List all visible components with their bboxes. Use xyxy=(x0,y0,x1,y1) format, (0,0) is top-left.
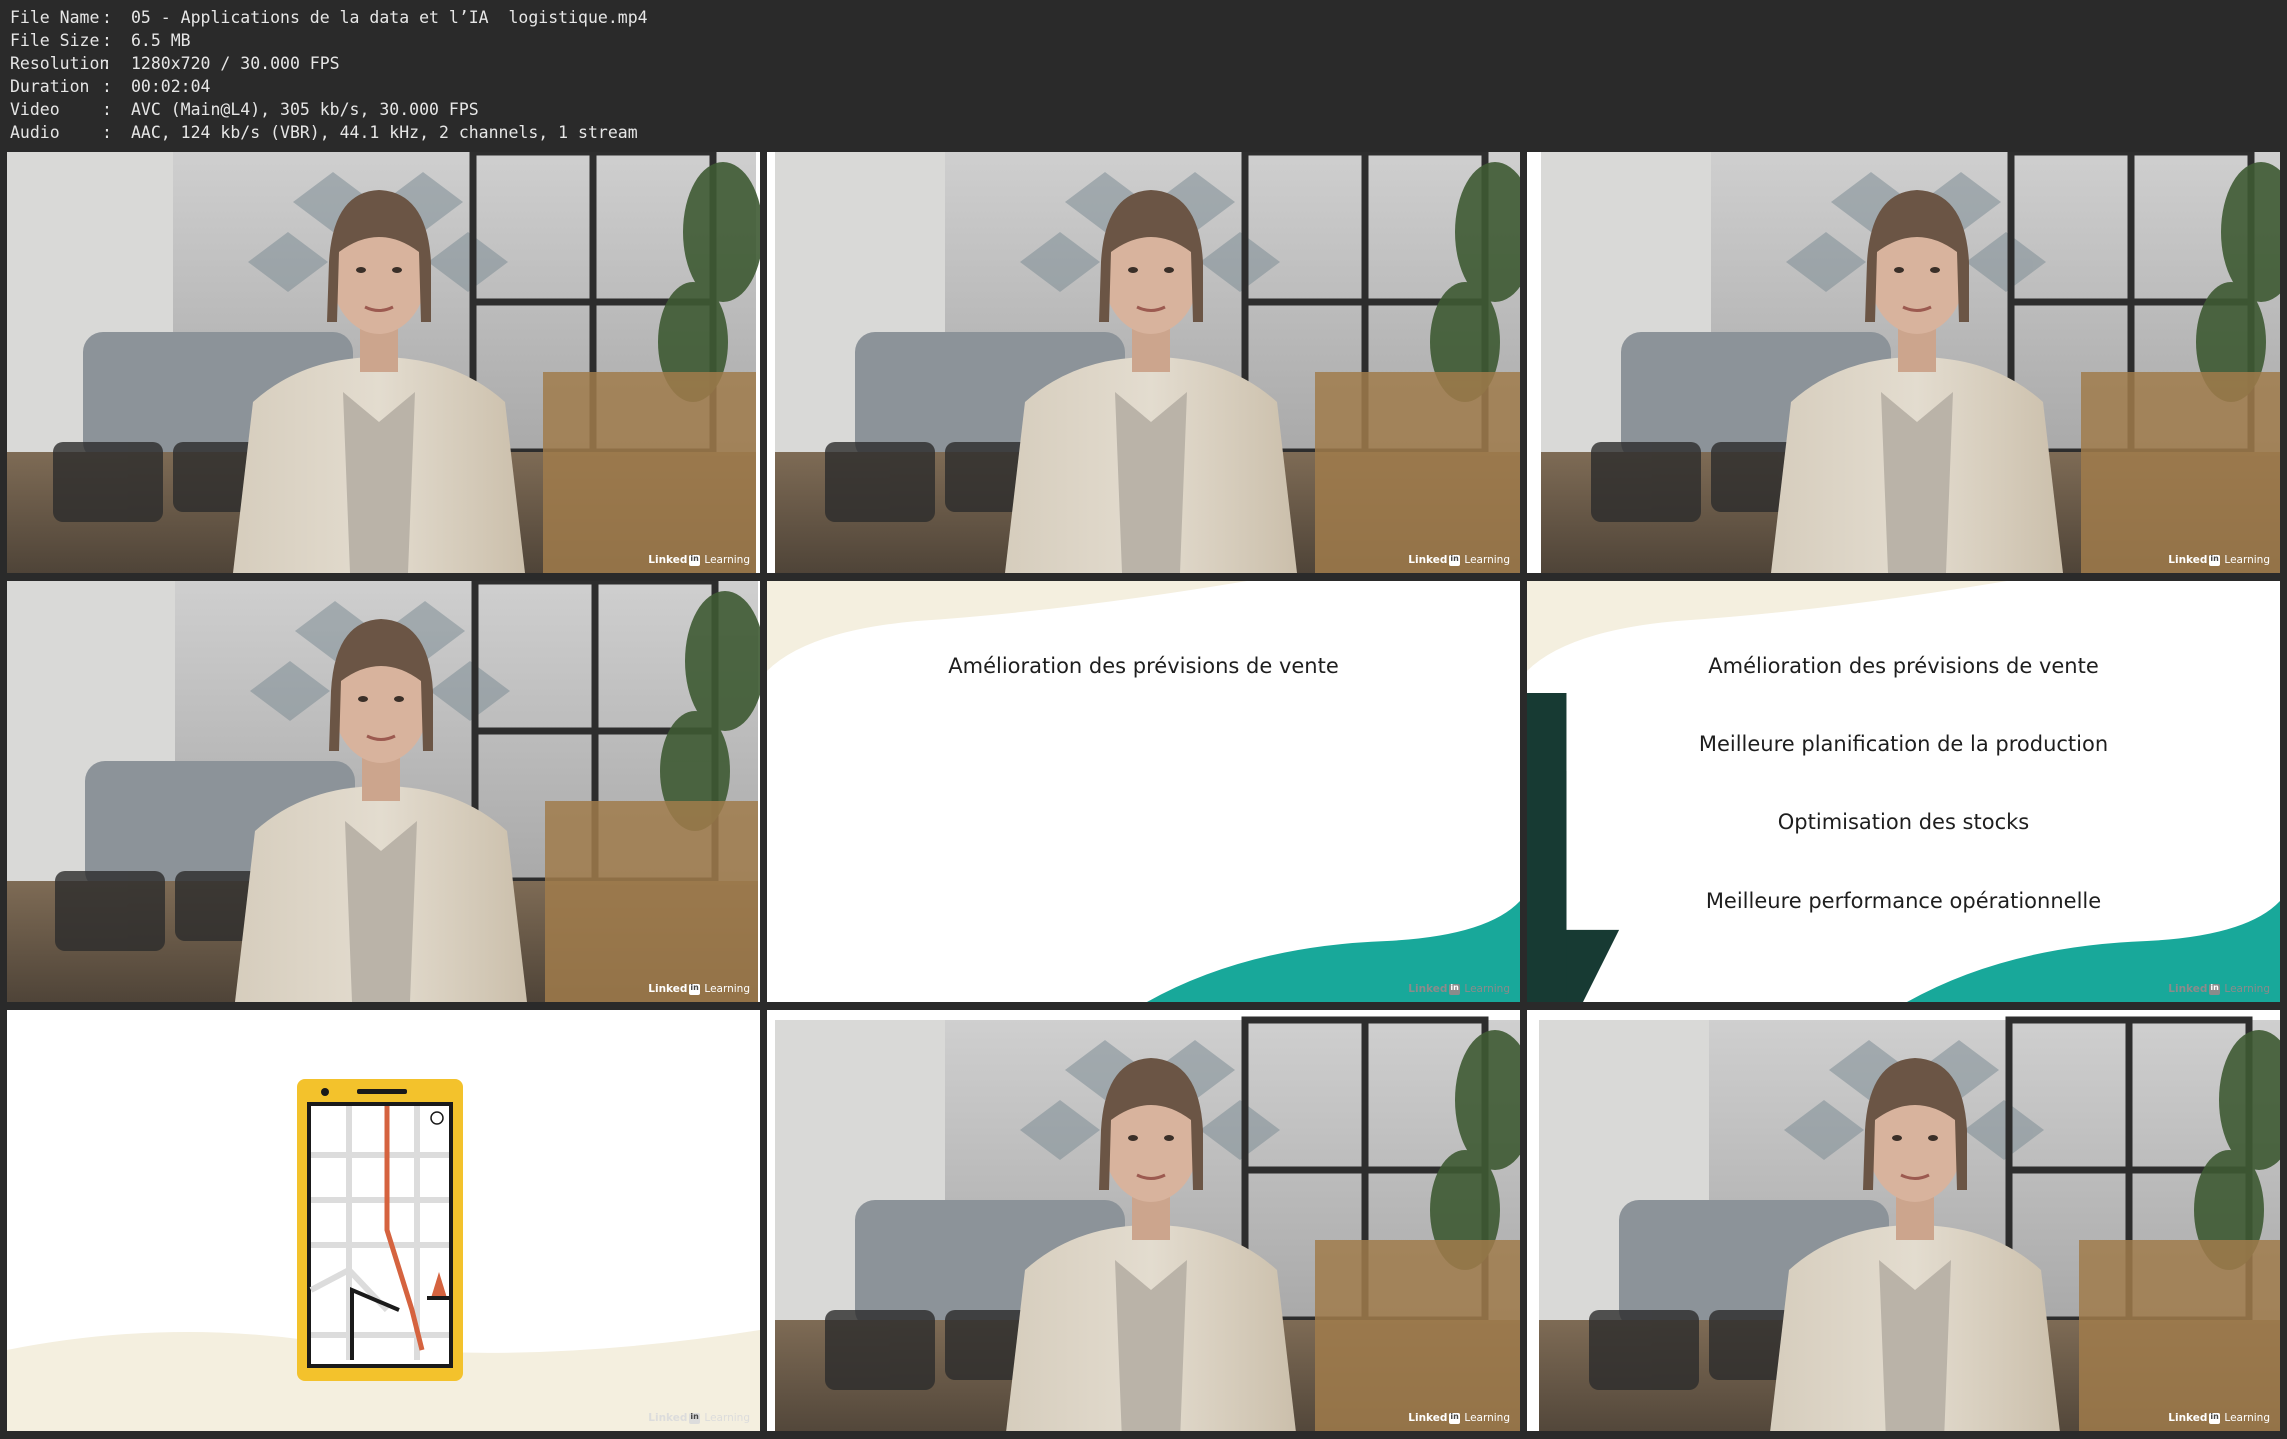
slide-background xyxy=(767,581,1520,1002)
video-frame-9[interactable]: LinkedLearning xyxy=(1527,1010,2280,1431)
info-label: Duration xyxy=(10,77,90,96)
linkedin-learning-watermark: LinkedLearning xyxy=(648,1412,750,1425)
info-label: Resolution xyxy=(10,54,110,73)
video-frame-7-animation[interactable]: LinkedLearning xyxy=(7,1010,760,1431)
flow-step-1: Amélioration des prévisions de vente xyxy=(1708,654,2099,678)
linkedin-icon xyxy=(689,983,701,995)
linkedin-learning-watermark: LinkedLearning xyxy=(2168,983,2270,996)
presenter-frame-image xyxy=(767,152,1520,573)
linkedin-learning-watermark: LinkedLearning xyxy=(2168,554,2270,567)
linkedin-icon xyxy=(2209,554,2221,566)
flow-step-3: Optimisation des stocks xyxy=(1777,810,2030,834)
info-value: 1280x720 / 30.000 FPS xyxy=(131,54,340,73)
info-value: 00:02:04 xyxy=(131,77,211,96)
info-label: File Name xyxy=(10,8,100,27)
info-label: Audio xyxy=(10,123,60,142)
linkedin-learning-watermark: LinkedLearning xyxy=(2168,1412,2270,1425)
arrow-down-icon xyxy=(1527,849,1567,1002)
linkedin-icon xyxy=(689,554,701,566)
video-frame-8[interactable]: LinkedLearning xyxy=(767,1010,1520,1431)
info-separator: : xyxy=(102,8,112,27)
presenter-frame-image xyxy=(7,152,760,573)
info-value: 6.5 MB xyxy=(131,31,191,50)
duration-row: Duration:00:02:04 xyxy=(10,75,648,98)
info-separator: : xyxy=(102,123,112,142)
linkedin-icon xyxy=(1449,1412,1461,1424)
linkedin-icon xyxy=(2209,983,2221,995)
info-value: AAC, 124 kb/s (VBR), 44.1 kHz, 2 channel… xyxy=(131,123,638,142)
info-separator: : xyxy=(102,100,112,119)
info-value: 05 - Applications de la data et l’IA log… xyxy=(131,8,648,27)
linkedin-icon xyxy=(1449,983,1461,995)
linkedin-icon xyxy=(2209,1412,2221,1424)
flow-step-2: Meilleure planification de la production xyxy=(1698,732,2109,756)
video-frame-5-slide[interactable]: Amélioration des prévisions de vente Lin… xyxy=(767,581,1520,1002)
linkedin-learning-watermark: LinkedLearning xyxy=(1408,554,1510,567)
linkedin-learning-watermark: LinkedLearning xyxy=(648,983,750,996)
video-frame-4[interactable]: LinkedLearning xyxy=(7,581,760,1002)
info-separator: : xyxy=(102,31,112,50)
info-value: AVC (Main@L4), 305 kb/s, 30.000 FPS xyxy=(131,100,479,119)
linkedin-learning-watermark: LinkedLearning xyxy=(1408,983,1510,996)
video-frame-2[interactable]: LinkedLearning xyxy=(767,152,1520,573)
file-size-row: File Size:6.5 MB xyxy=(10,29,648,52)
linkedin-icon xyxy=(1449,554,1461,566)
flow-step-4: Meilleure performance opérationnelle xyxy=(1705,889,2102,913)
linkedin-learning-watermark: LinkedLearning xyxy=(648,554,750,567)
video-row: Video: AVC (Main@L4), 305 kb/s, 30.000 FP… xyxy=(10,98,648,121)
presenter-frame-image xyxy=(1527,1010,2280,1431)
info-separator: : xyxy=(102,77,112,96)
info-separator: : xyxy=(102,54,112,73)
info-label: File Size xyxy=(10,31,100,50)
resolution-row: Resolution:1280x720 / 30.000 FPS xyxy=(10,52,648,75)
phone-map-illustration xyxy=(7,1079,760,1431)
audio-row: Audio: AAC, 124 kb/s (VBR), 44.1 kHz, 2 c… xyxy=(10,121,648,144)
presenter-frame-image xyxy=(1527,152,2280,573)
linkedin-icon xyxy=(689,1412,701,1424)
video-frame-6-slide[interactable]: Amélioration des prévisions de vente Mei… xyxy=(1527,581,2280,1002)
file-name-row: File Name:05 - Applications de la data e… xyxy=(10,6,648,29)
video-frame-1[interactable]: LinkedLearning xyxy=(7,152,760,573)
linkedin-learning-watermark: LinkedLearning xyxy=(1408,1412,1510,1425)
slide-title: Amélioration des prévisions de vente xyxy=(948,654,1339,678)
video-frame-3[interactable]: LinkedLearning xyxy=(1527,152,2280,573)
file-info-panel: File Name:05 - Applications de la data e… xyxy=(10,6,648,144)
presenter-frame-image xyxy=(7,581,760,1002)
presenter-frame-image xyxy=(767,1010,1520,1431)
info-label: Video xyxy=(10,100,60,119)
